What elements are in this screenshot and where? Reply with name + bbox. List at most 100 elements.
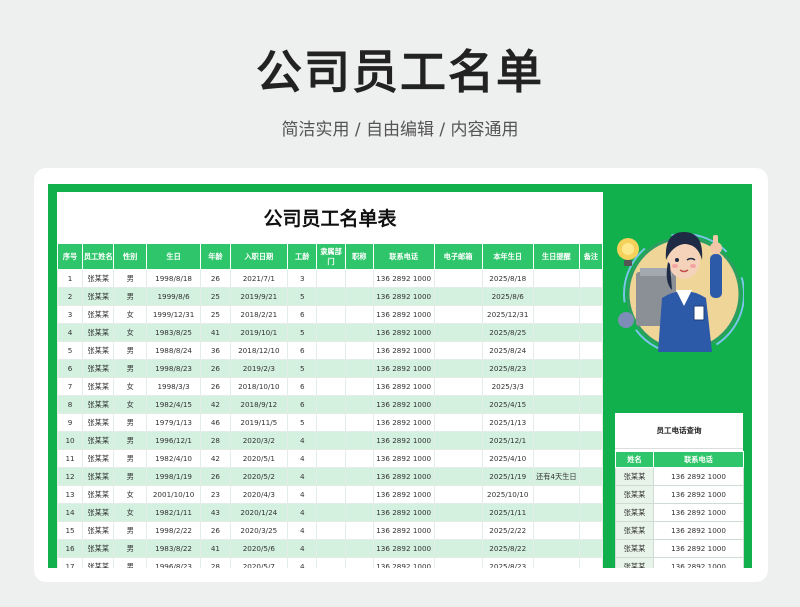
table-cell[interactable]: 16 — [57, 539, 84, 558]
table-cell[interactable] — [433, 521, 483, 540]
table-cell[interactable]: 3 — [287, 269, 318, 288]
table-cell[interactable]: 张某某 — [82, 467, 115, 486]
lookup-name-cell[interactable]: 张某某 — [615, 521, 654, 540]
table-cell[interactable] — [578, 503, 603, 522]
table-cell[interactable] — [532, 503, 580, 522]
table-cell[interactable] — [316, 449, 346, 468]
table-cell[interactable]: 5 — [287, 287, 318, 306]
table-cell[interactable]: 1998/2/22 — [145, 521, 202, 540]
table-cell[interactable]: 136 2892 1000 — [372, 413, 435, 432]
table-cell[interactable] — [433, 377, 483, 396]
table-cell[interactable] — [532, 485, 580, 504]
table-cell[interactable] — [344, 413, 374, 432]
table-cell[interactable]: 1999/12/31 — [145, 305, 202, 324]
lookup-name-cell[interactable]: 张某某 — [615, 467, 654, 486]
lookup-phone-cell[interactable]: 136 2892 1000 — [653, 557, 744, 568]
table-cell[interactable]: 2025/4/15 — [481, 395, 534, 414]
table-cell[interactable]: 2025/8/23 — [481, 557, 534, 568]
table-cell[interactable]: 张某某 — [82, 395, 115, 414]
table-cell[interactable] — [433, 341, 483, 360]
table-cell[interactable]: 1999/8/6 — [145, 287, 202, 306]
table-cell[interactable]: 1996/8/23 — [145, 557, 202, 568]
table-cell[interactable] — [532, 359, 580, 378]
table-cell[interactable] — [316, 539, 346, 558]
table-cell[interactable]: 42 — [200, 395, 231, 414]
table-cell[interactable]: 2018/2/21 — [229, 305, 289, 324]
table-cell[interactable]: 26 — [200, 269, 231, 288]
table-cell[interactable] — [578, 395, 603, 414]
table-cell[interactable]: 2021/7/1 — [229, 269, 289, 288]
table-cell[interactable] — [344, 341, 374, 360]
table-cell[interactable]: 5 — [287, 359, 318, 378]
table-cell[interactable]: 26 — [200, 377, 231, 396]
table-cell[interactable] — [433, 305, 483, 324]
table-cell[interactable]: 2025/8/6 — [481, 287, 534, 306]
table-cell[interactable]: 女 — [113, 323, 147, 342]
table-cell[interactable] — [578, 269, 603, 288]
table-cell[interactable]: 6 — [57, 359, 84, 378]
table-cell[interactable] — [578, 323, 603, 342]
table-cell[interactable]: 张某某 — [82, 503, 115, 522]
table-cell[interactable]: 2025/8/25 — [481, 323, 534, 342]
table-cell[interactable]: 46 — [200, 413, 231, 432]
table-cell[interactable] — [433, 557, 483, 568]
table-cell[interactable] — [578, 413, 603, 432]
table-cell[interactable]: 张某某 — [82, 305, 115, 324]
table-cell[interactable]: 136 2892 1000 — [372, 467, 435, 486]
table-cell[interactable]: 136 2892 1000 — [372, 449, 435, 468]
table-cell[interactable]: 17 — [57, 557, 84, 568]
table-cell[interactable]: 5 — [57, 341, 84, 360]
table-cell[interactable] — [316, 341, 346, 360]
table-cell[interactable]: 2020/5/7 — [229, 557, 289, 568]
table-cell[interactable] — [344, 323, 374, 342]
table-cell[interactable] — [532, 557, 580, 568]
table-cell[interactable]: 2020/4/3 — [229, 485, 289, 504]
table-cell[interactable] — [316, 521, 346, 540]
table-cell[interactable] — [316, 467, 346, 486]
table-cell[interactable] — [433, 395, 483, 414]
table-cell[interactable]: 4 — [57, 323, 84, 342]
table-cell[interactable]: 4 — [287, 485, 318, 504]
table-cell[interactable] — [578, 377, 603, 396]
table-cell[interactable] — [316, 503, 346, 522]
table-cell[interactable]: 2025/8/23 — [481, 359, 534, 378]
table-cell[interactable] — [344, 377, 374, 396]
table-cell[interactable]: 5 — [287, 323, 318, 342]
table-cell[interactable]: 1982/1/11 — [145, 503, 202, 522]
table-cell[interactable]: 136 2892 1000 — [372, 521, 435, 540]
table-cell[interactable]: 7 — [57, 377, 84, 396]
table-cell[interactable]: 2020/3/2 — [229, 431, 289, 450]
table-cell[interactable]: 张某某 — [82, 557, 115, 568]
table-cell[interactable]: 2019/11/5 — [229, 413, 289, 432]
table-cell[interactable]: 26 — [200, 521, 231, 540]
table-cell[interactable] — [316, 269, 346, 288]
table-cell[interactable] — [578, 467, 603, 486]
table-cell[interactable]: 2019/10/1 — [229, 323, 289, 342]
table-cell[interactable] — [316, 287, 346, 306]
table-cell[interactable]: 2018/12/10 — [229, 341, 289, 360]
table-cell[interactable]: 11 — [57, 449, 84, 468]
table-cell[interactable] — [433, 359, 483, 378]
lookup-phone-cell[interactable]: 136 2892 1000 — [653, 503, 744, 522]
table-cell[interactable] — [344, 521, 374, 540]
table-cell[interactable]: 1982/4/10 — [145, 449, 202, 468]
table-cell[interactable] — [532, 431, 580, 450]
table-cell[interactable]: 4 — [287, 431, 318, 450]
lookup-phone-cell[interactable]: 136 2892 1000 — [653, 485, 744, 504]
lookup-phone-cell[interactable]: 136 2892 1000 — [653, 467, 744, 486]
table-cell[interactable]: 男 — [113, 341, 147, 360]
table-cell[interactable] — [532, 323, 580, 342]
table-cell[interactable]: 1983/8/25 — [145, 323, 202, 342]
table-cell[interactable]: 136 2892 1000 — [372, 485, 435, 504]
table-cell[interactable] — [578, 449, 603, 468]
table-cell[interactable] — [316, 413, 346, 432]
table-cell[interactable]: 4 — [287, 503, 318, 522]
table-cell[interactable]: 2020/1/24 — [229, 503, 289, 522]
table-cell[interactable]: 1983/8/22 — [145, 539, 202, 558]
table-cell[interactable]: 36 — [200, 341, 231, 360]
table-cell[interactable] — [344, 359, 374, 378]
table-cell[interactable] — [344, 431, 374, 450]
table-cell[interactable] — [578, 305, 603, 324]
table-cell[interactable]: 2025/12/31 — [481, 305, 534, 324]
table-cell[interactable]: 26 — [200, 359, 231, 378]
